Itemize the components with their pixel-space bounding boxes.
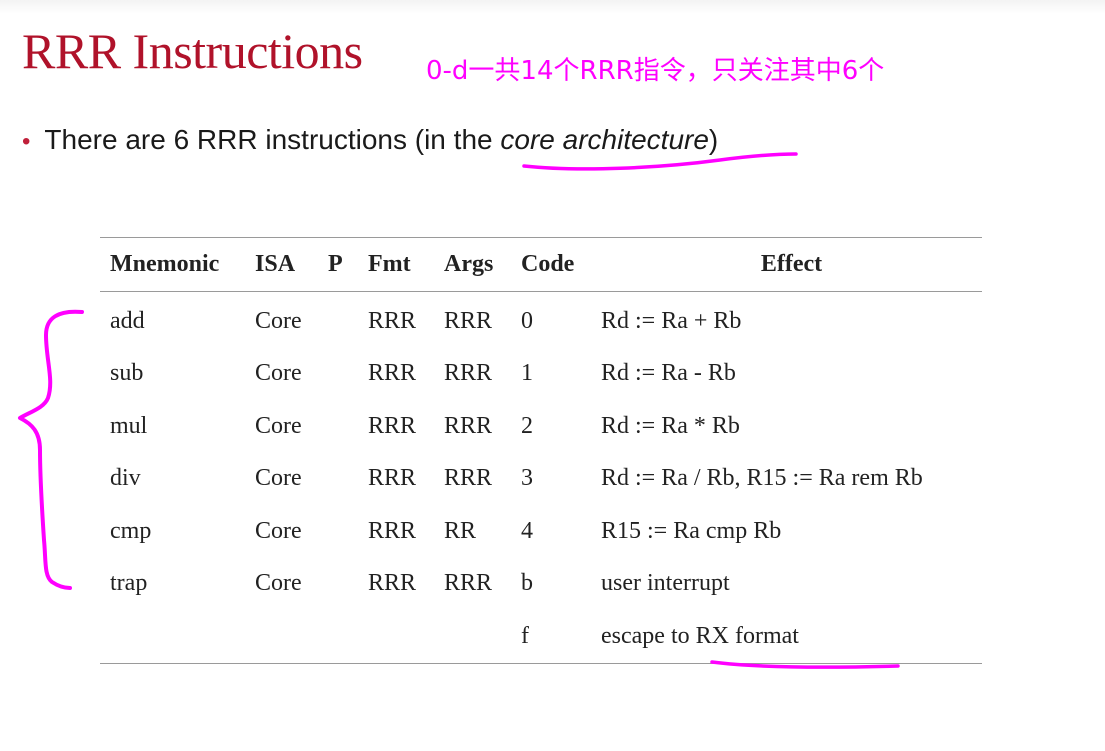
cell-code: b <box>521 570 533 597</box>
curly-brace-annotation <box>18 309 84 590</box>
cell-mnemonic: add <box>110 307 145 334</box>
cell-p <box>328 610 368 664</box>
cell-args: RRR <box>444 307 493 334</box>
cell-p <box>328 400 368 453</box>
cell-fmt <box>368 610 444 664</box>
table-row: mul Core RRR RRR 2 Rd := Ra * Rb <box>100 400 982 453</box>
cell-isa: Core <box>255 465 302 492</box>
header-isa: ISA <box>255 237 328 292</box>
cell-p <box>328 453 368 506</box>
cell-p <box>328 505 368 558</box>
cell-fmt: RRR <box>368 465 417 492</box>
cell-mnemonic: trap <box>110 570 148 597</box>
cell-code: 0 <box>521 307 533 334</box>
cell-isa: Core <box>255 360 302 387</box>
table-row: f escape to RX format <box>100 610 982 664</box>
cell-args: RRR <box>444 360 493 387</box>
table-row: cmp Core RRR RR 4 R15 := Ra cmp Rb <box>100 505 982 558</box>
cell-isa: Core <box>255 570 302 597</box>
cell-args <box>444 610 521 664</box>
header-effect: Effect <box>601 237 982 292</box>
cell-code: f <box>521 610 601 664</box>
bullet-text-prefix: There are 6 RRR instructions (in the <box>44 124 501 155</box>
cell-p <box>328 348 368 401</box>
cell-effect: Rd := Ra + Rb <box>601 307 742 334</box>
cell-code: 1 <box>521 360 533 387</box>
cell-fmt: RRR <box>368 570 417 597</box>
instruction-table: Mnemonic ISA P Fmt Args Code Effect add … <box>100 237 982 664</box>
cell-p <box>328 292 368 348</box>
handwritten-note: 0-d一共14个RRR指令，只关注其中6个 <box>426 56 885 86</box>
table-header-row: Mnemonic ISA P Fmt Args Code Effect <box>100 237 982 292</box>
header-args: Args <box>444 237 521 292</box>
table-row: sub Core RRR RRR 1 Rd := Ra - Rb <box>100 348 982 401</box>
slide-title: RRR Instructions <box>22 23 363 79</box>
cell-args: RR <box>444 517 477 544</box>
cell-mnemonic: cmp <box>110 517 152 544</box>
header-p: P <box>328 237 368 292</box>
cell-effect: Rd := Ra * Rb <box>601 412 740 439</box>
underline-core-architecture <box>522 152 798 171</box>
cell-fmt: RRR <box>368 360 417 387</box>
cell-effect: Rd := Ra / Rb, R15 := Ra rem Rb <box>601 465 923 492</box>
cell-code: 3 <box>521 465 533 492</box>
cell-isa: Core <box>255 412 302 439</box>
bullet-point: • There are 6 RRR instructions (in the co… <box>22 124 718 156</box>
header-code: Code <box>521 237 601 292</box>
cell-fmt: RRR <box>368 307 417 334</box>
header-mnemonic: Mnemonic <box>100 237 255 292</box>
cell-mnemonic: mul <box>110 412 148 439</box>
cell-fmt: RRR <box>368 517 417 544</box>
table-row: trap Core RRR RRR b user interrupt <box>100 558 982 611</box>
cell-effect: Rd := Ra - Rb <box>601 360 736 387</box>
cell-mnemonic: sub <box>110 360 144 387</box>
table-row: div Core RRR RRR 3 Rd := Ra / Rb, R15 :=… <box>100 453 982 506</box>
cell-args: RRR <box>444 570 493 597</box>
cell-fmt: RRR <box>368 412 417 439</box>
cell-effect: R15 := Ra cmp Rb <box>601 517 782 544</box>
cell-code: 4 <box>521 517 533 544</box>
bullet-text-suffix: ) <box>708 124 719 155</box>
cell-effect: escape to RX format <box>601 610 982 664</box>
cell-mnemonic <box>100 610 255 664</box>
table-row: add Core RRR RRR 0 Rd := Ra + Rb <box>100 292 982 348</box>
cell-p <box>328 558 368 611</box>
slide-top-bar <box>0 0 1105 14</box>
cell-args: RRR <box>444 412 493 439</box>
cell-mnemonic: div <box>110 465 141 492</box>
cell-args: RRR <box>444 465 493 492</box>
header-fmt: Fmt <box>368 237 444 292</box>
cell-isa: Core <box>255 307 302 334</box>
cell-isa <box>255 610 328 664</box>
bullet-dot-icon: • <box>22 128 31 155</box>
cell-isa: Core <box>255 517 302 544</box>
bullet-text-emphasis: core architecture <box>500 124 709 155</box>
cell-code: 2 <box>521 412 533 439</box>
cell-effect: user interrupt <box>601 570 730 597</box>
